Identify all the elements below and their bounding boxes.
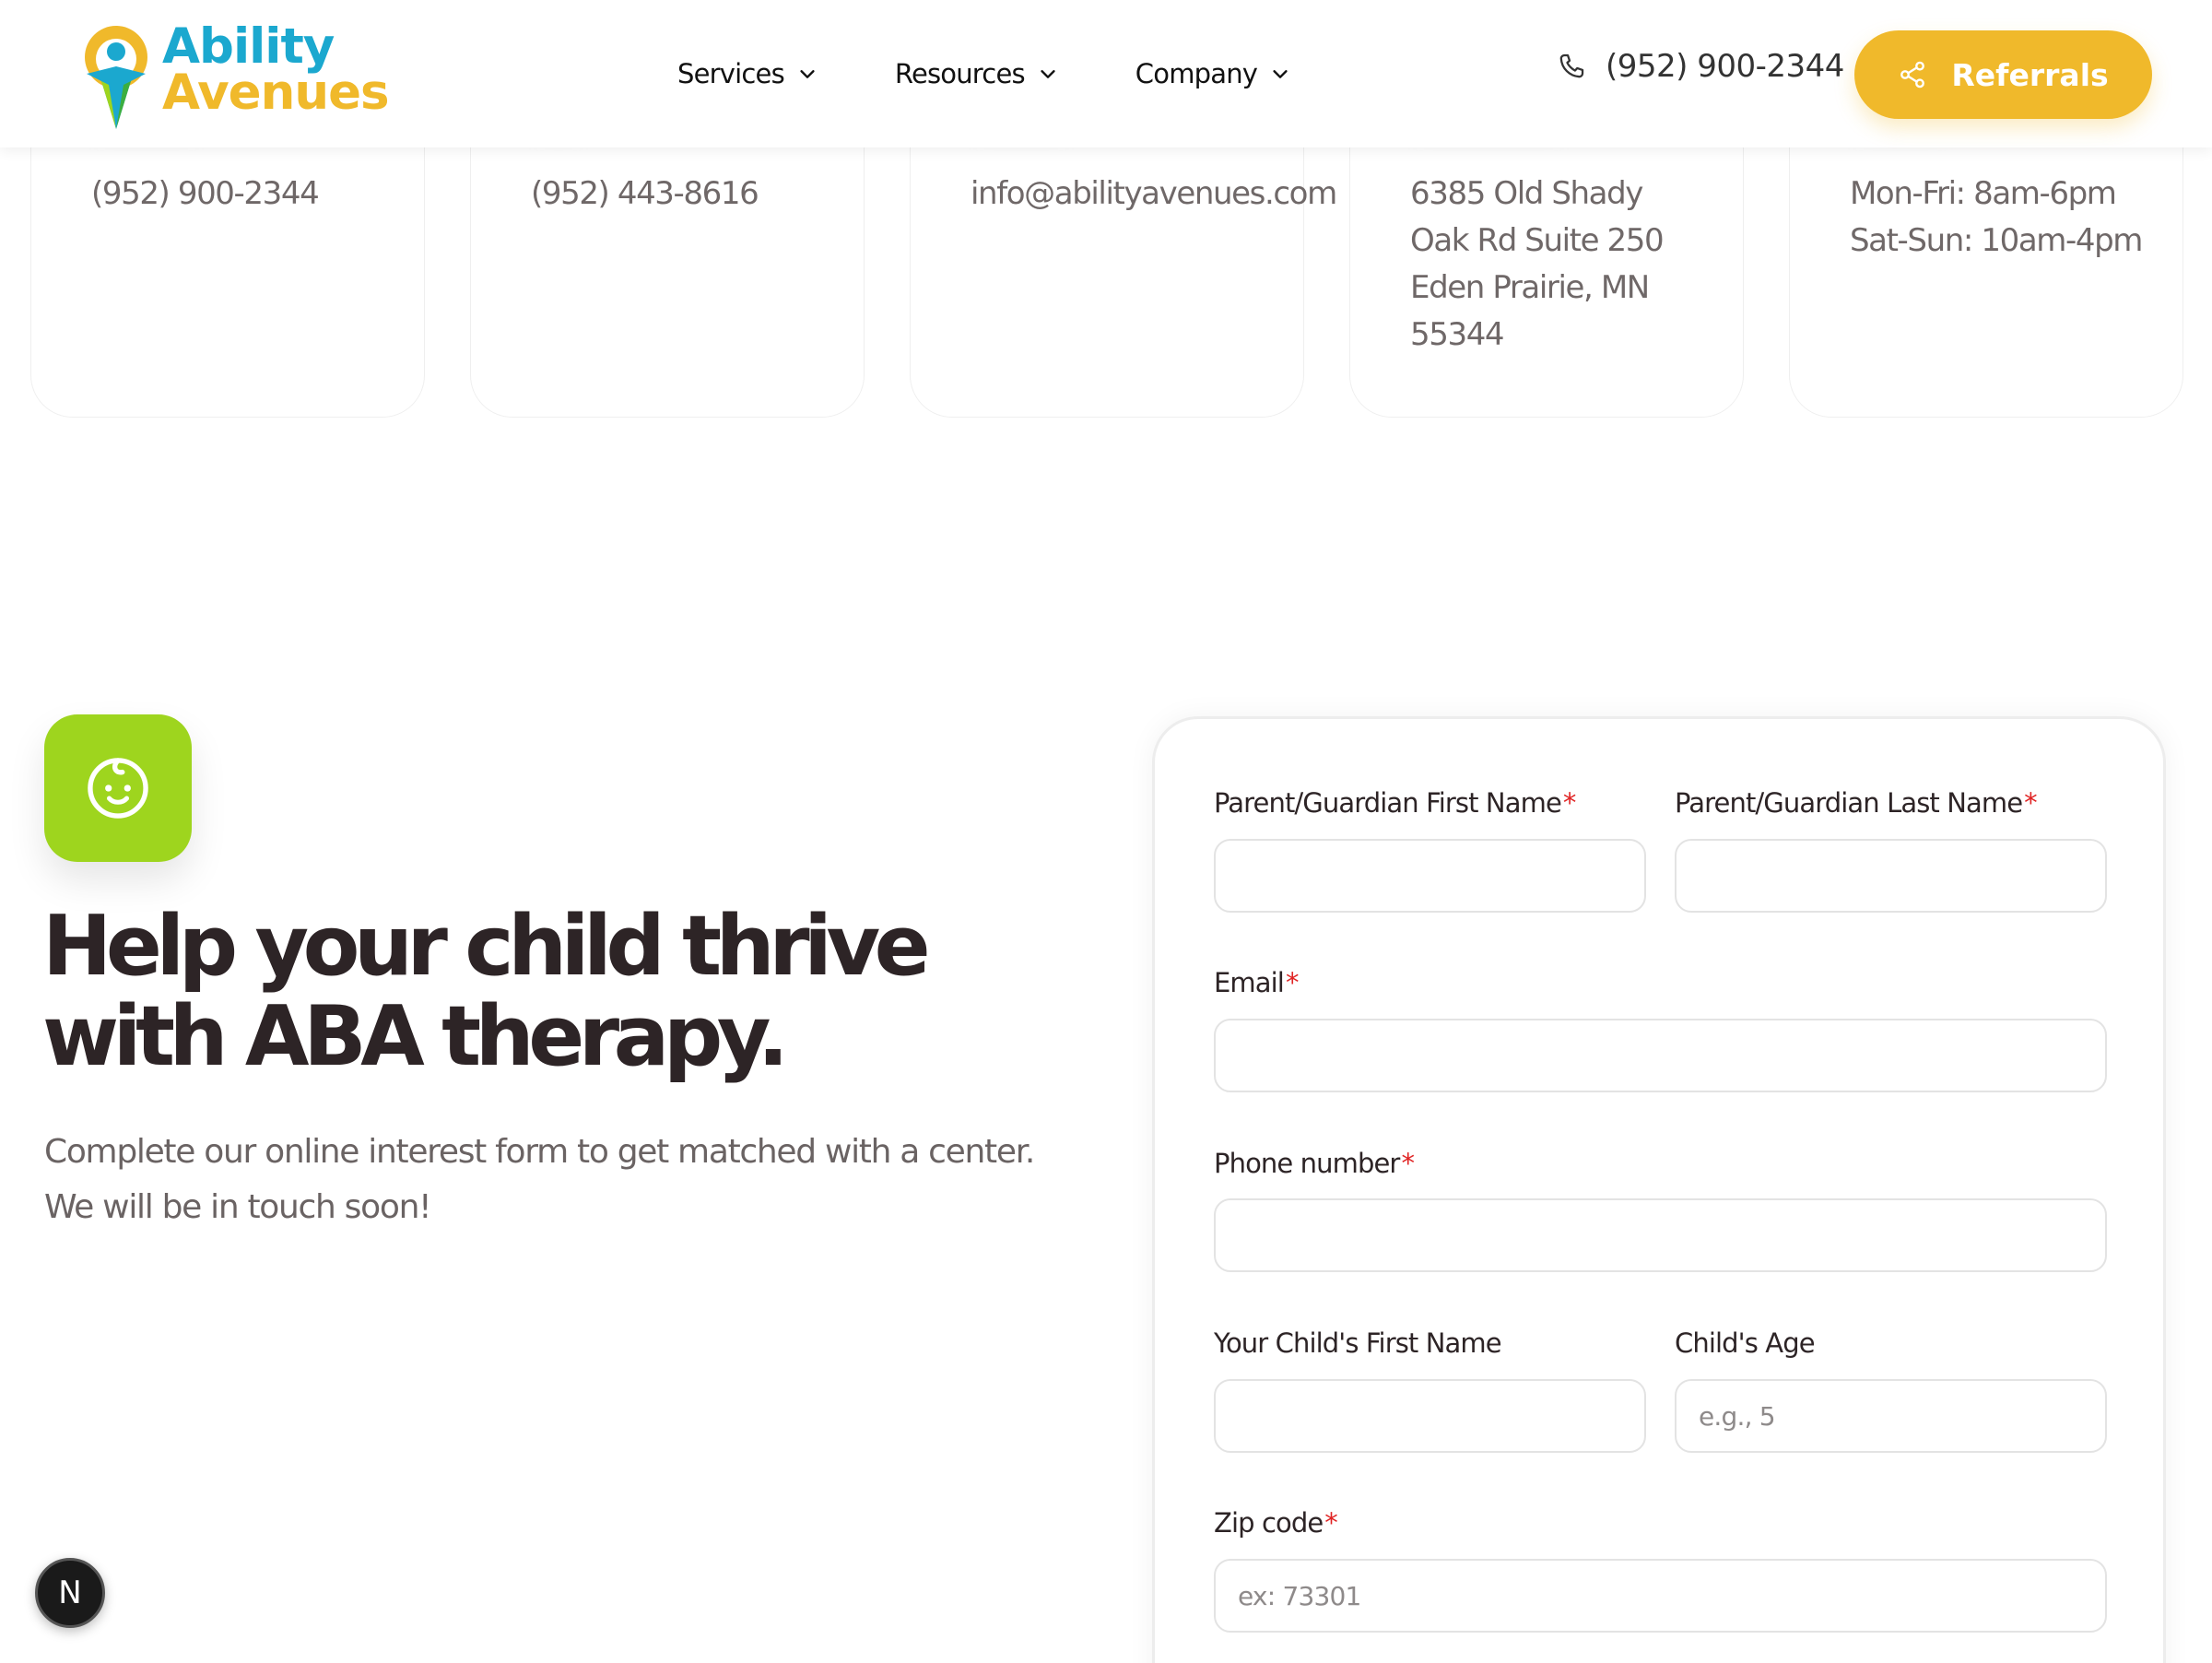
baby-face-icon bbox=[88, 758, 148, 819]
parent-first-name-label: Parent/Guardian First Name* bbox=[1214, 787, 1576, 819]
dev-tools-letter: N bbox=[58, 1575, 82, 1611]
nav-company-label: Company bbox=[1135, 58, 1258, 89]
dev-tools-badge[interactable]: N bbox=[35, 1558, 105, 1628]
referrals-label: Referrals bbox=[1951, 56, 2109, 93]
logo-mark-icon bbox=[85, 26, 147, 129]
required-asterisk: * bbox=[2024, 787, 2037, 819]
interest-form: Parent/Guardian First Name* Parent/Guard… bbox=[1152, 716, 2166, 1663]
contact-card-text[interactable]: (952) 443-8616 bbox=[531, 171, 845, 218]
site-header: Ability Avenues Services Resources Compa… bbox=[0, 0, 2212, 147]
chevron-down-icon bbox=[1273, 70, 1288, 78]
parent-last-name-label: Parent/Guardian Last Name* bbox=[1675, 787, 2038, 819]
required-asterisk: * bbox=[1285, 967, 1299, 998]
phone-label: Phone number* bbox=[1214, 1148, 1415, 1179]
child-age-input[interactable] bbox=[1675, 1379, 2107, 1453]
child-age-label: Child's Age bbox=[1675, 1327, 1816, 1359]
zip-code-label-text: Zip code bbox=[1214, 1507, 1324, 1539]
email-label-text: Email bbox=[1214, 967, 1285, 998]
hero-heading: Help your child thrive with ABA therapy. bbox=[42, 902, 1056, 1082]
parent-first-name-label-text: Parent/Guardian First Name bbox=[1214, 787, 1562, 819]
hero-heading-line1: Help your child thrive bbox=[42, 898, 931, 995]
nav-company[interactable]: Company bbox=[1135, 58, 1290, 89]
required-asterisk: * bbox=[1324, 1507, 1337, 1539]
logo-line2: Avenues bbox=[162, 65, 390, 121]
header-phone-link[interactable]: (952) 900-2344 bbox=[1556, 48, 1844, 85]
nav-services-label: Services bbox=[677, 58, 785, 89]
parent-last-name-label-text: Parent/Guardian Last Name bbox=[1675, 787, 2023, 819]
email-label: Email* bbox=[1214, 967, 1299, 998]
nav-resources-label: Resources bbox=[894, 58, 1026, 89]
parent-first-name-input[interactable] bbox=[1214, 839, 1646, 913]
nav-resources[interactable]: Resources bbox=[895, 58, 1058, 89]
chevron-down-icon bbox=[1041, 70, 1055, 78]
contact-card-text[interactable]: (952) 900-2344 bbox=[91, 171, 406, 218]
contact-card-text: Mon-Fri: 8am-6pm Sat-Sun: 10am-4pm bbox=[1850, 175, 2143, 259]
site-logo[interactable]: Ability Avenues bbox=[77, 20, 391, 131]
share-icon bbox=[1900, 61, 1925, 88]
required-asterisk: * bbox=[1562, 787, 1576, 819]
hero-subtitle: Complete our online interest form to get… bbox=[44, 1125, 1058, 1235]
header-phone-number: (952) 900-2344 bbox=[1606, 48, 1844, 85]
email-input[interactable] bbox=[1214, 1019, 2107, 1092]
chevron-down-icon bbox=[800, 70, 815, 78]
hero-subtitle-line1: Complete our online interest form to get… bbox=[44, 1133, 1035, 1171]
required-asterisk: * bbox=[1401, 1148, 1415, 1179]
phone-icon bbox=[1559, 53, 1584, 78]
parent-last-name-input[interactable] bbox=[1675, 839, 2107, 913]
referrals-button[interactable]: Referrals bbox=[1854, 30, 2152, 119]
child-first-name-input[interactable] bbox=[1214, 1379, 1646, 1453]
child-first-name-label: Your Child's First Name bbox=[1214, 1327, 1502, 1359]
child-age-label-text: Child's Age bbox=[1675, 1327, 1816, 1359]
contact-card-text: 6385 Old Shady Oak Rd Suite 250 Eden Pra… bbox=[1410, 175, 1665, 353]
logo-line1: Ability bbox=[162, 18, 335, 75]
nav-services[interactable]: Services bbox=[677, 58, 818, 89]
zip-code-label: Zip code* bbox=[1214, 1507, 1338, 1539]
child-first-name-label-text: Your Child's First Name bbox=[1214, 1327, 1502, 1359]
phone-label-text: Phone number bbox=[1214, 1148, 1400, 1179]
zip-code-input[interactable] bbox=[1214, 1559, 2107, 1633]
hero-heading-line2: with ABA therapy. bbox=[42, 988, 789, 1085]
logo-wordmark: Ability Avenues bbox=[162, 18, 390, 121]
phone-input[interactable] bbox=[1214, 1198, 2107, 1272]
hero-badge bbox=[44, 714, 192, 862]
contact-card-text[interactable]: info@abilityavenues.com bbox=[971, 171, 1337, 218]
hero-subtitle-line2: We will be in touch soon! bbox=[44, 1188, 432, 1226]
main-nav: Services Resources Company bbox=[677, 52, 1368, 96]
